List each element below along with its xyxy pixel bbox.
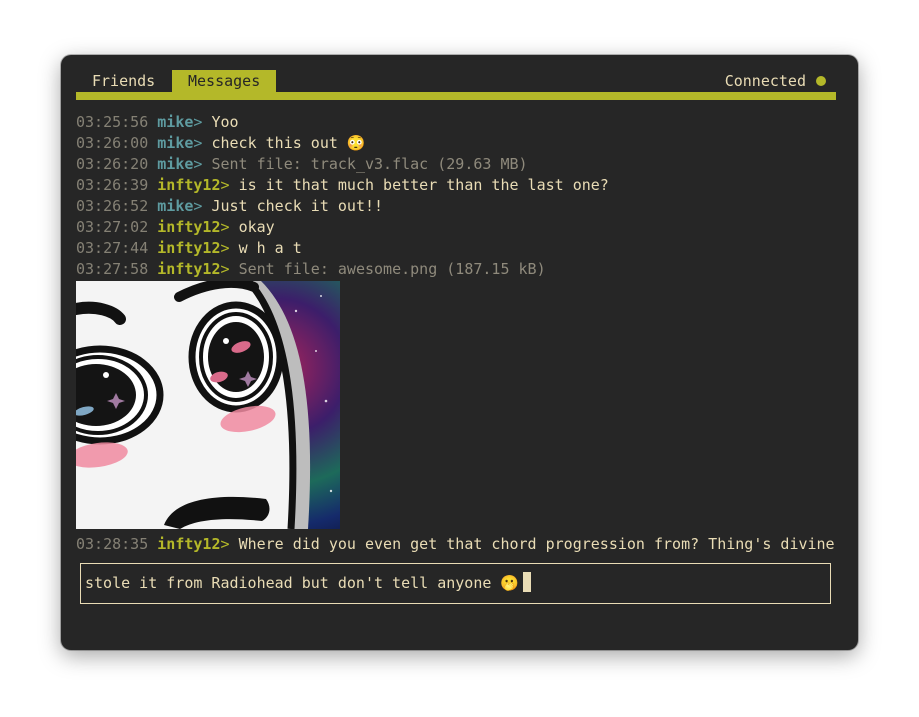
message-nick: infty12 [157,218,221,236]
message-text: Just check it out!! [211,197,384,215]
text-cursor [523,572,532,592]
message-log: 03:25:56 mike> Yoo 03:26:00 mike> check … [76,112,836,555]
sent-file-notice[interactable]: Sent file: awesome.png (187.15 kB) [239,260,546,278]
message-nick: infty12 [157,260,221,278]
message-timestamp: 03:28:35 [76,535,149,553]
message-nick: mike [157,134,194,152]
message-separator: > [193,197,203,215]
connection-status: Connected [725,70,826,92]
message-timestamp: 03:26:52 [76,197,149,215]
message-timestamp: 03:27:02 [76,218,149,236]
message-timestamp: 03:26:20 [76,155,149,173]
sent-file-notice[interactable]: Sent file: track_v3.flac (29.63 MB) [211,155,527,173]
message-line: 03:26:52 mike> Just check it out!! [76,196,836,217]
message-text: Where did you even get that chord progre… [238,535,835,553]
message-timestamp: 03:26:00 [76,134,149,152]
attached-image-preview[interactable] [76,281,340,529]
message-timestamp: 03:25:56 [76,113,149,131]
message-text: is it that much better than the last one… [238,176,609,194]
message-separator: > [220,239,230,257]
message-line: 03:28:35 infty12> Where did you even get… [76,534,836,555]
message-text: Yoo [211,113,239,131]
message-separator: > [220,176,230,194]
message-separator: > [193,113,203,131]
message-separator: > [220,260,230,278]
meme-face-image [76,281,340,529]
message-input[interactable]: stole it from Radiohead but don't tell a… [80,563,831,604]
message-nick: mike [157,113,194,131]
tab-friends[interactable]: Friends [76,70,171,92]
message-nick: infty12 [157,239,221,257]
status-indicator-icon [816,76,826,86]
message-input-text: stole it from Radiohead but don't tell a… [85,574,520,592]
tab-bar: Friends Messages Connected [76,70,836,92]
tab-messages[interactable]: Messages [172,70,277,92]
message-timestamp: 03:26:39 [76,176,149,194]
message-separator: > [193,134,203,152]
tab-underline [76,92,836,100]
message-line: 03:26:20 mike> Sent file: track_v3.flac … [76,154,836,175]
chat-window: Friends Messages Connected 03:25:56 mike… [61,55,858,650]
message-nick: mike [157,197,194,215]
message-line: 03:26:39 infty12> is it that much better… [76,175,836,196]
message-text: w h a t [238,239,302,257]
message-nick: infty12 [157,176,221,194]
message-timestamp: 03:27:44 [76,239,149,257]
message-nick: mike [157,155,194,173]
message-timestamp: 03:27:58 [76,260,149,278]
connection-status-label: Connected [724,72,806,90]
message-line: 03:27:58 infty12> Sent file: awesome.png… [76,259,836,280]
message-line: 03:27:44 infty12> w h a t [76,238,836,259]
message-separator: > [220,218,230,236]
message-separator: > [193,155,203,173]
message-line: 03:26:00 mike> check this out 😳 [76,133,836,154]
message-text: check this out 😳 [211,134,366,152]
message-line: 03:27:02 infty12> okay [76,217,836,238]
message-separator: > [220,535,230,553]
message-text: okay [238,218,275,236]
message-nick: infty12 [157,535,221,553]
message-line: 03:25:56 mike> Yoo [76,112,836,133]
